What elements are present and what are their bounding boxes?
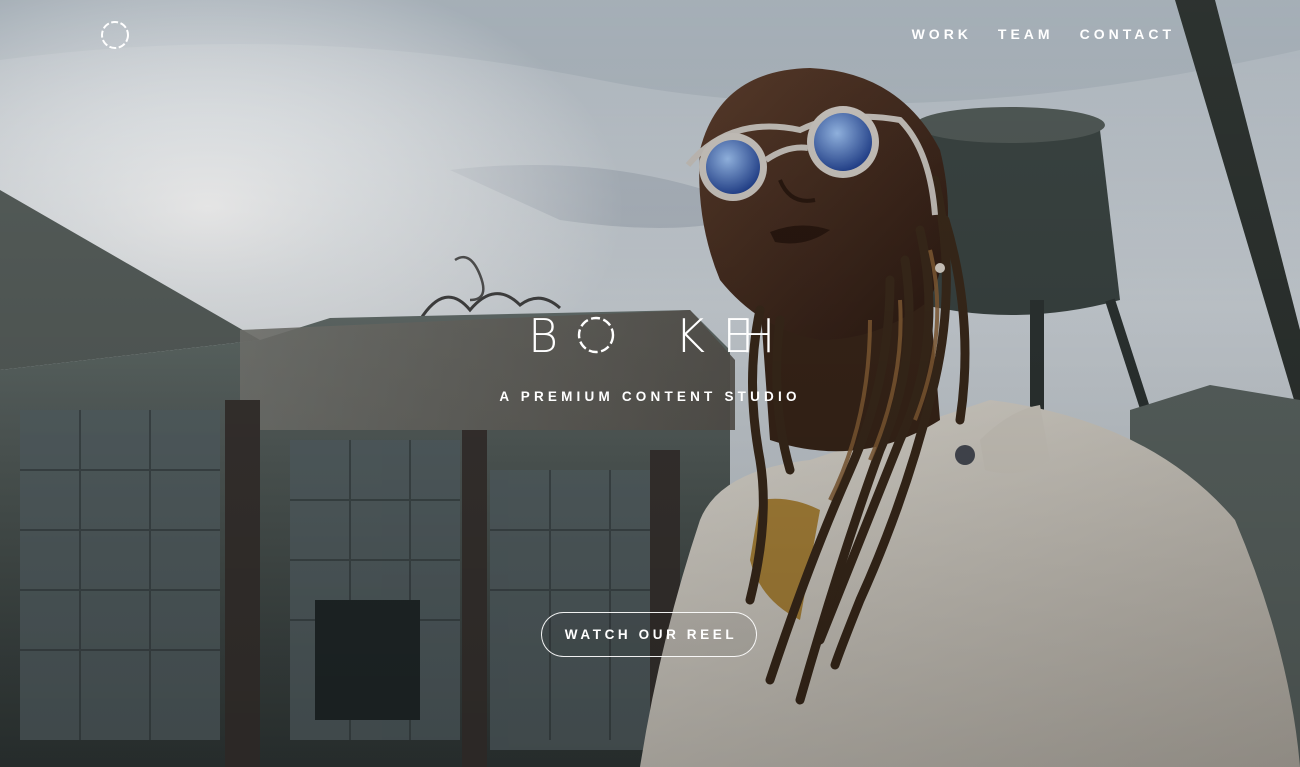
brand-logo: B K E H O (530, 310, 770, 360)
hero-section: WORK TEAM CONTACT B K E H O A PREMIUM CO… (0, 0, 1300, 767)
nav-link-contact[interactable]: CONTACT (1080, 26, 1175, 42)
watch-reel-button[interactable]: WATCH OUR REEL (541, 612, 757, 657)
nav-link-team[interactable]: TEAM (998, 26, 1054, 42)
main-nav: WORK TEAM CONTACT (912, 26, 1175, 42)
brand-letter-k: K (675, 310, 705, 360)
nav-link-work[interactable]: WORK (912, 26, 972, 42)
brand-ring-o (577, 316, 615, 354)
brand-letter-b: B (530, 310, 558, 360)
brand-wordmark: B K E H O (0, 310, 1300, 365)
hero-tagline: A PREMIUM CONTENT STUDIO (499, 389, 801, 404)
brand-letter-h: H (741, 310, 770, 360)
ring-logo-icon[interactable] (100, 20, 130, 50)
